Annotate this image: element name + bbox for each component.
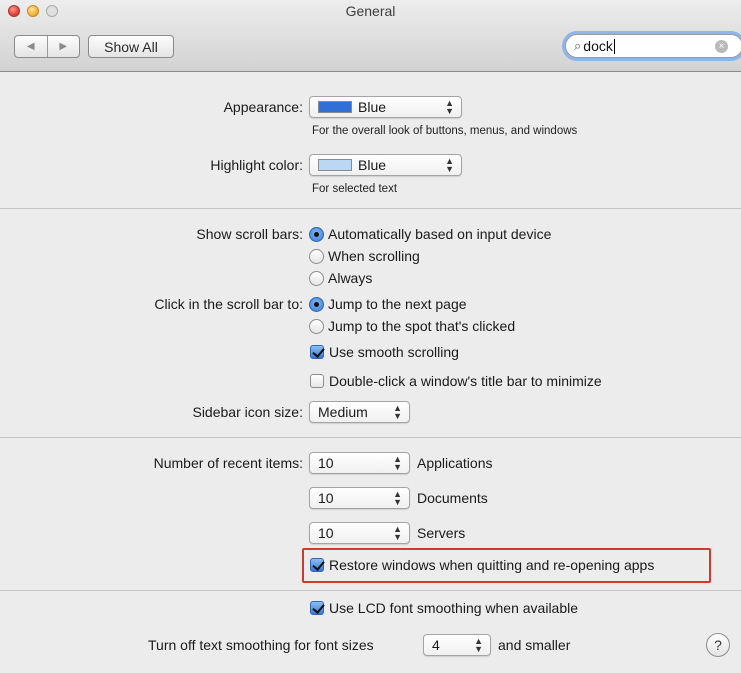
radio-label: Jump to the next page (328, 296, 467, 312)
double-click-minimize-checkbox[interactable]: Double-click a window's title bar to min… (310, 373, 602, 389)
sidebar-icon-size-value: Medium (318, 404, 368, 420)
applications-label: Applications (417, 455, 493, 471)
show-all-button[interactable]: Show All (88, 35, 174, 58)
restore-windows-checkbox[interactable]: Restore windows when quitting and re-ope… (310, 557, 654, 573)
recent-documents-popup[interactable]: 10 ▲ ▼ (309, 487, 410, 509)
appearance-label: Appearance: (223, 99, 303, 115)
appearance-hint: For the overall look of buttons, menus, … (312, 125, 578, 137)
click-scroll-bar-label: Click in the scroll bar to: (154, 296, 303, 312)
appearance-color-swatch (318, 101, 352, 113)
checkbox-checked[interactable] (310, 558, 324, 572)
highlight-color-label: Highlight color: (210, 157, 303, 173)
highlight-color-swatch (318, 159, 352, 171)
smooth-scrolling-checkbox[interactable]: Use smooth scrolling (310, 344, 459, 360)
radio-label: Jump to the spot that's clicked (328, 318, 516, 334)
section-divider (0, 437, 741, 438)
checkbox-label: Use LCD font smoothing when available (329, 600, 579, 616)
recent-applications-popup[interactable]: 10 ▲ ▼ (309, 452, 410, 474)
sidebar-icon-size-popup[interactable]: Medium ▲ ▼ (309, 401, 410, 423)
window-title: General (345, 3, 396, 19)
recent-servers-value: 10 (318, 525, 334, 541)
radio-label: When scrolling (328, 248, 420, 264)
documents-label: Documents (417, 490, 488, 506)
checkbox-unchecked[interactable] (310, 374, 324, 388)
popup-arrows-icon: ▲ ▼ (393, 524, 402, 542)
radio-button-selected[interactable] (309, 296, 324, 312)
checkbox-label: Double-click a window's title bar to min… (329, 373, 602, 389)
recent-documents-value: 10 (318, 490, 334, 506)
text-cursor (613, 38, 615, 54)
checkbox-label: Use smooth scrolling (329, 344, 459, 360)
search-field[interactable]: ⌕ dock × (565, 34, 741, 58)
section-divider (0, 590, 741, 591)
search-input-value[interactable]: dock (583, 38, 613, 54)
radio-button[interactable] (309, 270, 324, 286)
appearance-popup[interactable]: Blue ▲ ▼ (309, 96, 462, 118)
scroll-bars-always-radio[interactable]: Always (309, 270, 372, 286)
recent-applications-value: 10 (318, 455, 334, 471)
popup-arrows-icon: ▲ ▼ (474, 636, 483, 654)
radio-label: Always (328, 270, 373, 286)
text-smoothing-size-value: 4 (432, 637, 440, 653)
popup-arrows-icon: ▲ ▼ (445, 156, 454, 174)
clear-search-icon[interactable]: × (715, 40, 728, 53)
popup-arrows-icon: ▲ ▼ (393, 489, 402, 507)
radio-button[interactable] (309, 248, 324, 264)
radio-button[interactable] (309, 318, 324, 334)
highlight-color-hint: For selected text (312, 183, 398, 195)
checkbox-checked[interactable] (310, 345, 324, 359)
highlight-color-popup[interactable]: Blue ▲ ▼ (309, 154, 462, 176)
forward-arrow-icon: ▶ (59, 41, 68, 52)
checkbox-label: Restore windows when quitting and re-ope… (329, 557, 655, 573)
search-icon: ⌕ (574, 38, 582, 53)
checkbox-checked[interactable] (310, 601, 324, 615)
servers-label: Servers (417, 525, 466, 541)
jump-next-page-radio[interactable]: Jump to the next page (309, 296, 467, 312)
sidebar-icon-size-label: Sidebar icon size: (192, 404, 303, 420)
highlight-color-value: Blue (358, 157, 387, 173)
window-toolbar: General ◀ ▶ Show All ⌕ dock × (0, 0, 741, 72)
scroll-bars-when-scrolling-radio[interactable]: When scrolling (309, 248, 420, 264)
and-smaller-label: and smaller (498, 637, 571, 653)
text-smoothing-size-popup[interactable]: 4 ▲ ▼ (423, 634, 491, 656)
text-smoothing-label: Turn off text smoothing for font sizes (148, 637, 374, 653)
show-scroll-bars-label: Show scroll bars: (196, 226, 303, 242)
scroll-bars-automatic-radio[interactable]: Automatically based on input device (309, 226, 551, 242)
back-arrow-icon: ◀ (26, 41, 35, 52)
section-divider (0, 208, 741, 209)
radio-label: Automatically based on input device (328, 226, 552, 242)
forward-button[interactable]: ▶ (46, 36, 80, 57)
popup-arrows-icon: ▲ ▼ (445, 98, 454, 116)
lcd-font-smoothing-checkbox[interactable]: Use LCD font smoothing when available (310, 600, 578, 616)
recent-items-label: Number of recent items: (153, 455, 303, 471)
appearance-value: Blue (358, 99, 387, 115)
help-button[interactable]: ? (706, 633, 730, 657)
popup-arrows-icon: ▲ ▼ (393, 454, 402, 472)
radio-button-selected[interactable] (309, 226, 324, 242)
jump-to-spot-radio[interactable]: Jump to the spot that's clicked (309, 318, 515, 334)
recent-servers-popup[interactable]: 10 ▲ ▼ (309, 522, 410, 544)
back-button[interactable]: ◀ (15, 36, 47, 57)
navigation-segmented-control: ◀ ▶ (14, 35, 80, 58)
popup-arrows-icon: ▲ ▼ (393, 403, 402, 421)
